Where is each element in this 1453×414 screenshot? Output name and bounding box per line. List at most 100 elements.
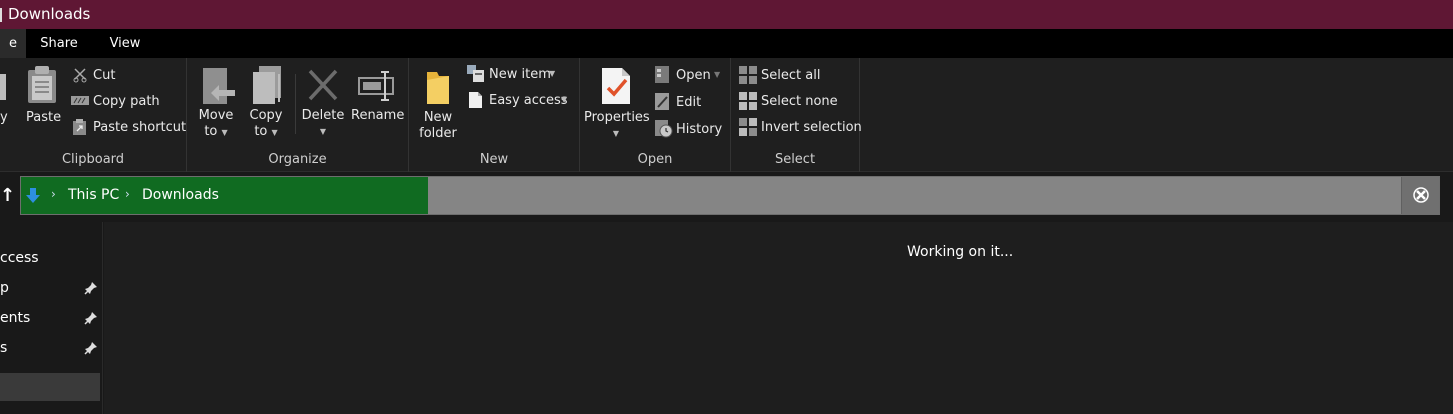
copy-to-icon: [253, 66, 281, 104]
tab-home[interactable]: e: [0, 29, 26, 58]
breadcrumb-this-pc[interactable]: This PC: [68, 187, 119, 203]
group-clipboard: y Paste Cut Copy path Paste shortcut Cli…: [0, 58, 187, 172]
nav-item-desktop[interactable]: p: [0, 280, 9, 296]
copy-to-label-1: Copy: [249, 108, 283, 123]
new-item-label: New item: [489, 67, 551, 82]
tab-share-label: Share: [40, 36, 78, 51]
move-to-label: Move to ▼: [195, 108, 237, 141]
history-button[interactable]: History: [654, 120, 726, 140]
group-organize: Move to ▼ Copy to ▼ Delete ▼ Rename Orga…: [187, 58, 409, 172]
rename-label: Rename: [351, 108, 405, 123]
copy-label: y: [0, 110, 8, 125]
copy-button[interactable]: y: [0, 66, 18, 130]
properties-icon: [602, 68, 630, 104]
ribbon: y Paste Cut Copy path Paste shortcut Cli…: [0, 58, 1453, 172]
properties-label: Properties ▼: [584, 110, 650, 142]
paste-shortcut-label: Paste shortcut: [93, 120, 187, 135]
open-group-label: Open: [637, 152, 673, 167]
ribbon-tab-bar: e Share View: [0, 29, 1453, 58]
move-to-label-2: to ▼: [195, 124, 237, 141]
select-none-button[interactable]: Select none: [737, 92, 855, 112]
clipboard-icon: [28, 66, 56, 103]
invert-selection-icon: [739, 118, 757, 136]
nav-item-documents[interactable]: ents: [0, 310, 30, 326]
open-button[interactable]: Open ▼: [654, 66, 726, 86]
edit-icon: [655, 93, 669, 110]
rename-button[interactable]: Rename: [351, 64, 405, 144]
loading-status-text: Working on it...: [907, 244, 1014, 260]
nav-item-selected[interactable]: [0, 373, 100, 401]
file-list-area[interactable]: Working on it...: [104, 222, 1453, 414]
cancel-button[interactable]: [1401, 177, 1439, 214]
chevron-down-icon: ▼: [319, 127, 327, 136]
window-icon-edge: [0, 8, 2, 22]
group-select: Select all Select none Invert selection …: [731, 58, 862, 172]
move-to-label-2-text: to: [204, 124, 218, 139]
select-group-label: Select: [774, 152, 816, 167]
paste-button[interactable]: Paste: [22, 64, 62, 130]
delete-button[interactable]: Delete ▼: [301, 64, 345, 144]
pin-icon: [84, 282, 97, 295]
select-all-button[interactable]: Select all: [737, 66, 855, 86]
paste-shortcut-icon: [73, 119, 86, 135]
organize-group-label: Organize: [268, 152, 327, 167]
chevron-right-icon: ›: [51, 187, 56, 201]
edit-button[interactable]: Edit: [654, 93, 726, 113]
properties-button[interactable]: Properties ▼: [584, 64, 650, 148]
up-button[interactable]: ↑: [0, 185, 15, 206]
copy-path-icon: [71, 96, 89, 105]
new-group-label: New: [479, 152, 509, 167]
new-folder-label-1: New: [423, 110, 453, 125]
chevron-down-icon: ▼: [714, 70, 721, 79]
easy-access-icon: [469, 92, 482, 108]
select-all-icon: [739, 66, 757, 84]
close-icon: [1413, 187, 1429, 203]
tab-view-label: View: [109, 36, 141, 51]
pin-icon: [84, 312, 97, 325]
chevron-down-icon: ▼: [271, 128, 278, 137]
scissors-icon: [73, 68, 87, 83]
cut-label: Cut: [93, 68, 116, 83]
delete-label-text: Delete: [301, 108, 345, 123]
open-icon: [655, 66, 669, 83]
open-label: Open: [676, 68, 711, 83]
copy-path-button[interactable]: Copy path: [70, 92, 170, 112]
rename-icon: [358, 71, 394, 101]
new-item-button[interactable]: New item ▼: [465, 65, 565, 85]
copy-path-label: Copy path: [93, 94, 160, 109]
history-label: History: [676, 122, 723, 137]
move-to-button[interactable]: Move to ▼: [195, 64, 237, 144]
address-bar[interactable]: › This PC › Downloads: [20, 176, 1440, 215]
tab-share[interactable]: Share: [30, 29, 88, 58]
new-folder-label-2: folder: [419, 126, 457, 141]
tab-view[interactable]: View: [96, 29, 154, 58]
copy-to-label-2: to ▼: [245, 124, 287, 141]
copy-to-label-2-text: to: [254, 124, 268, 139]
copy-to-button[interactable]: Copy to ▼: [245, 64, 287, 144]
paste-shortcut-button[interactable]: Paste shortcut: [70, 118, 186, 138]
breadcrumb-downloads[interactable]: Downloads: [142, 187, 219, 203]
chevron-right-icon: ›: [125, 187, 130, 201]
downloads-arrow-icon: [26, 188, 40, 203]
new-item-icon: [467, 65, 484, 82]
invert-selection-button[interactable]: Invert selection: [737, 118, 862, 138]
organize-divider: [295, 74, 296, 134]
move-to-label-1: Move: [198, 108, 234, 123]
chevron-down-icon: ▼: [561, 95, 568, 104]
paste-label: Paste: [26, 110, 62, 125]
group-new: New folder New item ▼ Easy access ▼ New: [409, 58, 580, 172]
delete-label: Delete ▼: [301, 108, 345, 140]
chevron-down-icon: ▼: [612, 129, 620, 138]
new-folder-button[interactable]: New folder: [415, 64, 461, 148]
delete-x-icon: [308, 69, 338, 101]
title-bar: Downloads: [0, 0, 1453, 29]
pin-icon: [84, 342, 97, 355]
copy-icon: [0, 74, 6, 100]
nav-item-pictures[interactable]: s: [0, 340, 7, 356]
select-none-label: Select none: [761, 94, 838, 109]
window-title: Downloads: [8, 5, 91, 23]
cut-button[interactable]: Cut: [70, 66, 150, 86]
select-all-label: Select all: [761, 68, 821, 83]
easy-access-button[interactable]: Easy access ▼: [465, 91, 577, 111]
nav-item-quick-access[interactable]: ccess: [0, 250, 39, 266]
